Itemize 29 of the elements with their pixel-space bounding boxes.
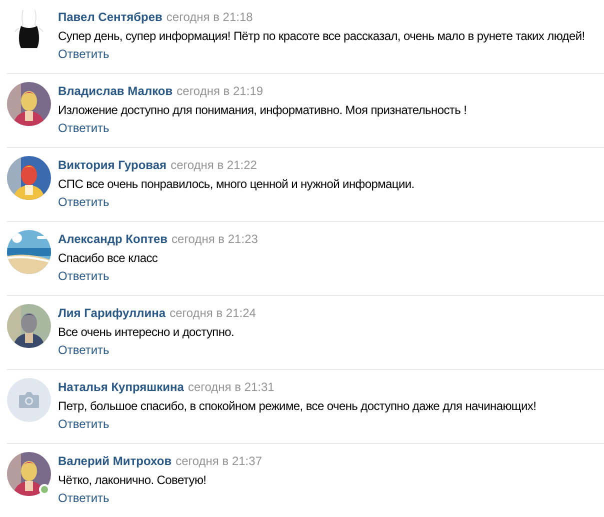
author-name[interactable]: Владислав Малков bbox=[58, 84, 173, 99]
comment-text: Супер день, супер информация! Пётр по красоте все рассказал, очень мало в рунете таких людей! bbox=[58, 28, 585, 44]
author-name[interactable]: Наталья Купряшкина bbox=[58, 380, 184, 395]
comment-text: Спасибо все класс bbox=[58, 250, 159, 266]
reply-link[interactable]: Ответить bbox=[58, 491, 110, 505]
reply-link[interactable]: Ответить bbox=[58, 343, 110, 357]
author-name[interactable]: Валерий Митрохов bbox=[58, 454, 172, 469]
comment-time: сегодня в 21:24 bbox=[170, 306, 256, 321]
camera-icon bbox=[18, 391, 40, 409]
reply-link[interactable]: Ответить bbox=[58, 417, 110, 431]
comment-text: Все очень интересно и доступно. bbox=[58, 324, 236, 340]
author-name[interactable]: Виктория Гуровая bbox=[58, 158, 167, 173]
author-name[interactable]: Лия Гарифуллина bbox=[58, 306, 166, 321]
comment-time: сегодня в 21:37 bbox=[176, 454, 262, 469]
comment-time: сегодня в 21:18 bbox=[166, 10, 253, 25]
comment-time: сегодня в 21:23 bbox=[172, 232, 258, 247]
comment-time: сегодня в 21:31 bbox=[188, 380, 274, 395]
comment-text: Изложение доступно для понимания, информативно. Моя признательность ! bbox=[58, 102, 467, 118]
comment-time: сегодня в 21:22 bbox=[170, 158, 257, 173]
reply-link[interactable]: Ответить bbox=[58, 47, 110, 61]
comment-text: СПС все очень понравилось, много ценной и нужной информации. bbox=[58, 176, 414, 192]
comment-time: сегодня в 21:19 bbox=[176, 84, 264, 99]
author-name[interactable]: Александр Коптев bbox=[58, 232, 168, 247]
reply-link[interactable]: Ответить bbox=[58, 121, 110, 135]
comment-text: Чётко, лаконично. Советую! bbox=[58, 472, 208, 488]
author-name[interactable]: Павел Сентябрев bbox=[58, 10, 162, 25]
reply-link[interactable]: Ответить bbox=[58, 269, 110, 283]
reply-link[interactable]: Ответить bbox=[58, 195, 110, 209]
comment-text: Петр, большое спасибо, в спокойном режиме, все очень доступно даже для начинающих! bbox=[58, 398, 536, 414]
